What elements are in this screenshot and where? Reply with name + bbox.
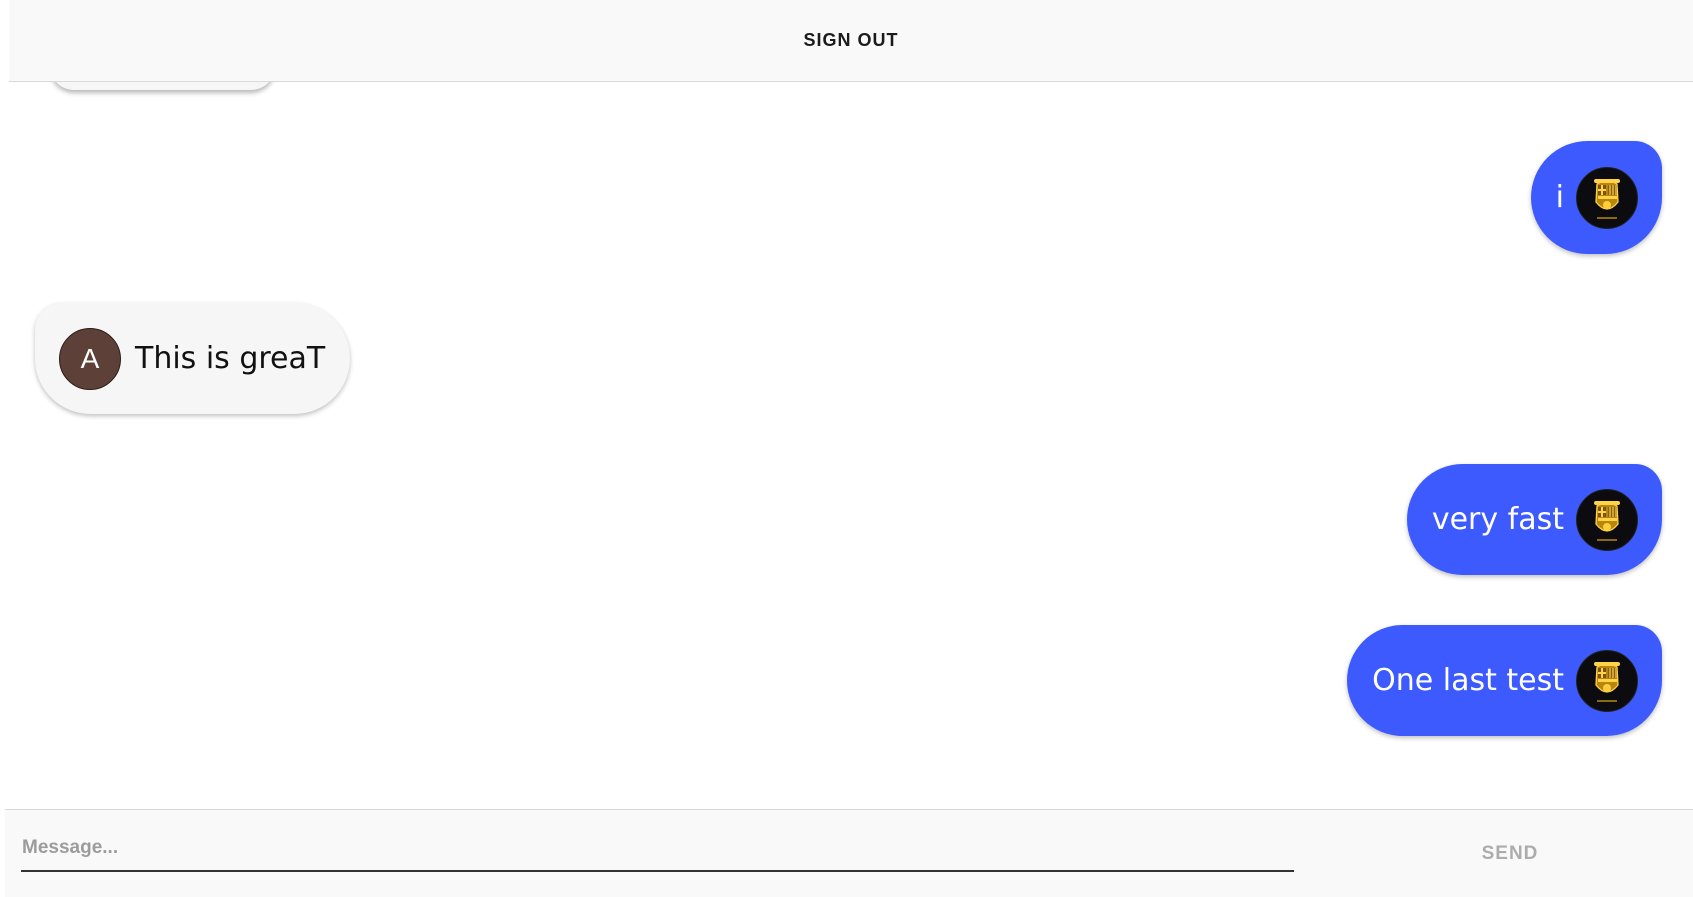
message-bubble-sent: i <box>1530 141 1662 254</box>
message-text: This is greaT <box>135 340 326 376</box>
message-text: One last test <box>1372 662 1564 698</box>
sign-out-button[interactable]: SIGN OUT <box>789 22 912 59</box>
message-text: i <box>1555 179 1564 215</box>
barcelona-crest-icon <box>1576 649 1638 712</box>
top-bar: SIGN OUT <box>9 0 1693 82</box>
send-button[interactable]: SEND <box>1435 834 1585 874</box>
message-bubble-received: A This is greaT <box>35 303 351 414</box>
message-text: very fast <box>1431 501 1564 537</box>
message-composer: SEND <box>5 809 1693 897</box>
barcelona-crest-icon <box>1576 488 1638 551</box>
message-list[interactable]: i A This is greaT very fast One last tes… <box>0 82 1693 809</box>
chat-app: SIGN OUT i A This is greaT very fast One… <box>0 0 1693 897</box>
message-input[interactable] <box>21 826 1294 872</box>
message-bubble-sent: very fast <box>1406 464 1662 575</box>
message-bubble-sent: One last test <box>1347 625 1662 736</box>
barcelona-crest-icon <box>1576 166 1638 229</box>
avatar: A <box>59 327 121 390</box>
message-bubble-partial <box>50 82 275 90</box>
